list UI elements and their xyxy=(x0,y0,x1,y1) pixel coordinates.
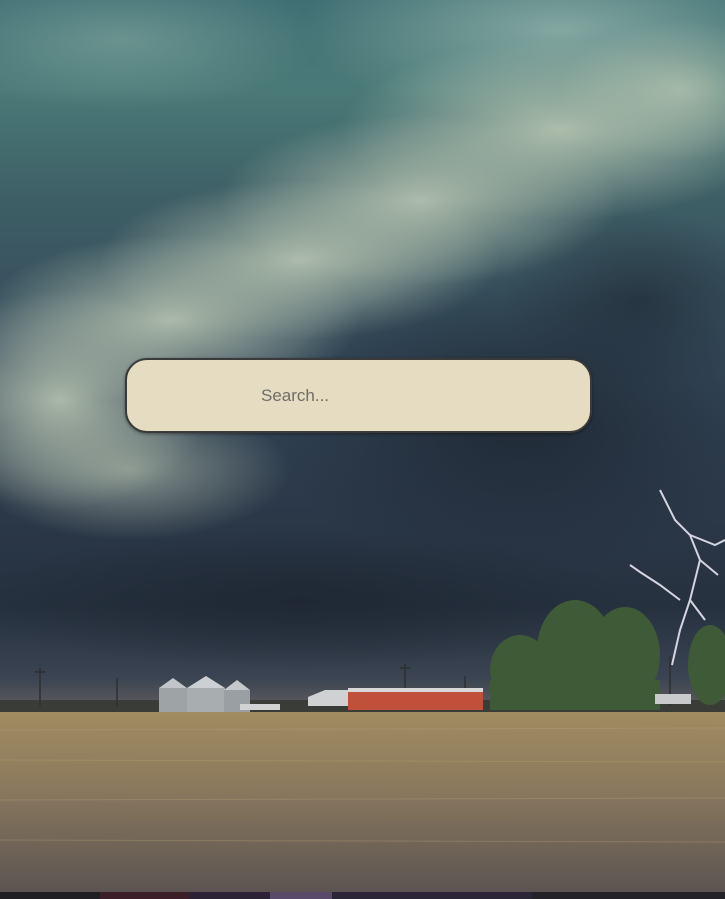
search-box[interactable] xyxy=(125,358,592,433)
taskbar-segment xyxy=(332,892,532,899)
storm-background xyxy=(0,0,725,892)
grain-silos xyxy=(159,676,250,712)
taskbar-segment xyxy=(532,892,725,899)
storm-landscape-image xyxy=(0,0,725,892)
taskbar-strip xyxy=(0,892,725,899)
taskbar-segment xyxy=(0,892,100,899)
taskbar-segment xyxy=(190,892,270,899)
wheat-field xyxy=(0,712,725,892)
taskbar-segment xyxy=(100,892,190,899)
taskbar-segment xyxy=(270,892,332,899)
search-input[interactable] xyxy=(127,360,590,431)
